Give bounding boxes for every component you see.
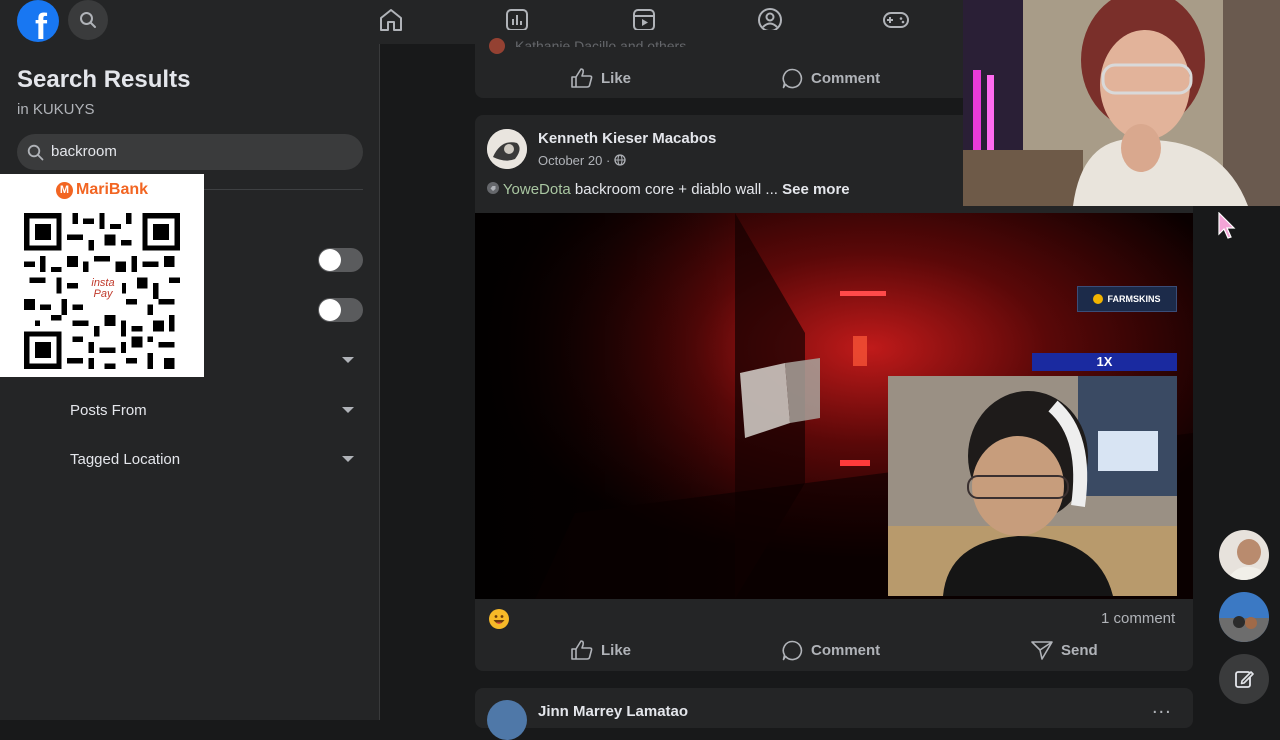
search-button[interactable] (68, 0, 108, 40)
search-icon (80, 12, 96, 28)
see-more-link[interactable]: See more (782, 181, 850, 198)
instapay-logo: insta Pay (84, 278, 122, 302)
filter-tagged-location[interactable]: Tagged Location (70, 451, 180, 468)
send-button[interactable]: Send (1031, 640, 1098, 660)
contact-avatar[interactable] (1219, 592, 1269, 642)
globe-icon (614, 154, 626, 166)
send-label: Send (1061, 641, 1098, 659)
mouse-cursor-icon (1218, 212, 1236, 239)
filter-posts-from[interactable]: Posts From (70, 402, 147, 419)
post-video[interactable]: FARMSKINS 1X (475, 213, 1193, 599)
comment-label: Comment (811, 70, 881, 87)
gamepad-icon (883, 12, 909, 28)
search-scope: in KUKUYS (17, 101, 95, 118)
filter-toggle-1[interactable] (318, 248, 363, 272)
coin-icon (1093, 294, 1104, 304)
sponsor-text: FARMSKINS (1107, 294, 1161, 304)
meta-separator: · (605, 153, 614, 168)
author-name-text[interactable]: Jinn Marrey Lamatao (538, 703, 688, 720)
post-text: YoweDota backroom core + diablo wall ...… (487, 181, 850, 198)
comment-button[interactable]: Comment (782, 640, 880, 661)
page-title: Search Results (17, 66, 191, 93)
chevron-down-icon[interactable] (342, 357, 354, 363)
emoji-face (493, 615, 505, 624)
comment-icon (782, 68, 803, 89)
home-tab[interactable] (377, 6, 405, 34)
chevron-down-icon[interactable] (342, 407, 354, 413)
post-meta: October 20 · (538, 153, 626, 168)
qr-code-overlay: M MariBank insta Pay (0, 174, 204, 377)
like-button[interactable]: Like (571, 68, 631, 88)
avatar-image (1219, 592, 1269, 642)
sponsor-banner: 1X (1032, 353, 1177, 371)
next-post-card: Jinn Marrey Lamatao ... (475, 688, 1193, 740)
streamer-camera-overlay (963, 0, 1280, 206)
author-name-text[interactable]: Kenneth Kieser Macabos (538, 130, 716, 147)
brand-name: MariBank (75, 181, 149, 198)
author-avatar[interactable] (487, 700, 527, 740)
chevron-down-icon[interactable] (342, 456, 354, 462)
comment-icon (782, 640, 803, 661)
maribank-logo: M MariBank (0, 181, 204, 199)
webcam-image (888, 376, 1177, 596)
facebook-logo-icon[interactable]: f (17, 0, 59, 42)
comment-count[interactable]: 1 comment (1101, 610, 1175, 627)
post-date[interactable]: October 20 (538, 153, 602, 168)
like-label: Like (601, 69, 632, 87)
compose-icon (1235, 671, 1254, 688)
next-author-name[interactable]: Jinn Marrey Lamatao (538, 703, 688, 721)
home-icon (380, 9, 402, 31)
tagged-page[interactable]: YoweDota (503, 181, 571, 198)
more-options-icon[interactable]: ... (1152, 697, 1172, 717)
chart-icon (506, 9, 528, 31)
comment-button[interactable]: Comment (782, 68, 880, 89)
new-message-button[interactable] (1219, 654, 1269, 704)
search-icon (27, 144, 44, 161)
streamer-webcam (888, 376, 1177, 596)
reaction-icon (489, 38, 505, 54)
thumbs-up-icon (571, 68, 593, 88)
author-name[interactable]: Kenneth Kieser Macabos (538, 130, 716, 148)
thumbs-up-icon (571, 640, 593, 660)
comment-label: Comment (811, 642, 881, 659)
search-query[interactable]: backroom (51, 143, 117, 160)
video-icon (633, 9, 655, 31)
haha-reaction-icon[interactable] (489, 609, 509, 629)
filter-toggle-2[interactable] (318, 298, 363, 322)
search-input[interactable]: backroom (17, 134, 363, 170)
contact-avatar[interactable] (1219, 530, 1269, 580)
sponsor-badge: FARMSKINS (1077, 286, 1177, 312)
camera-image (963, 0, 1280, 206)
like-label: Like (601, 641, 632, 659)
avatar-image (1219, 530, 1269, 580)
reactors-text: Kathanie Dacillo and others (515, 38, 687, 47)
author-avatar[interactable] (487, 129, 527, 169)
like-button[interactable]: Like (571, 640, 631, 660)
avatar-image (487, 129, 527, 169)
tag-icon (487, 182, 499, 194)
send-icon (1031, 641, 1053, 660)
post-caption: backroom core + diablo wall ... (574, 181, 778, 198)
search-sidebar: Search Results in KUKUYS backroom Posts … (0, 44, 380, 720)
